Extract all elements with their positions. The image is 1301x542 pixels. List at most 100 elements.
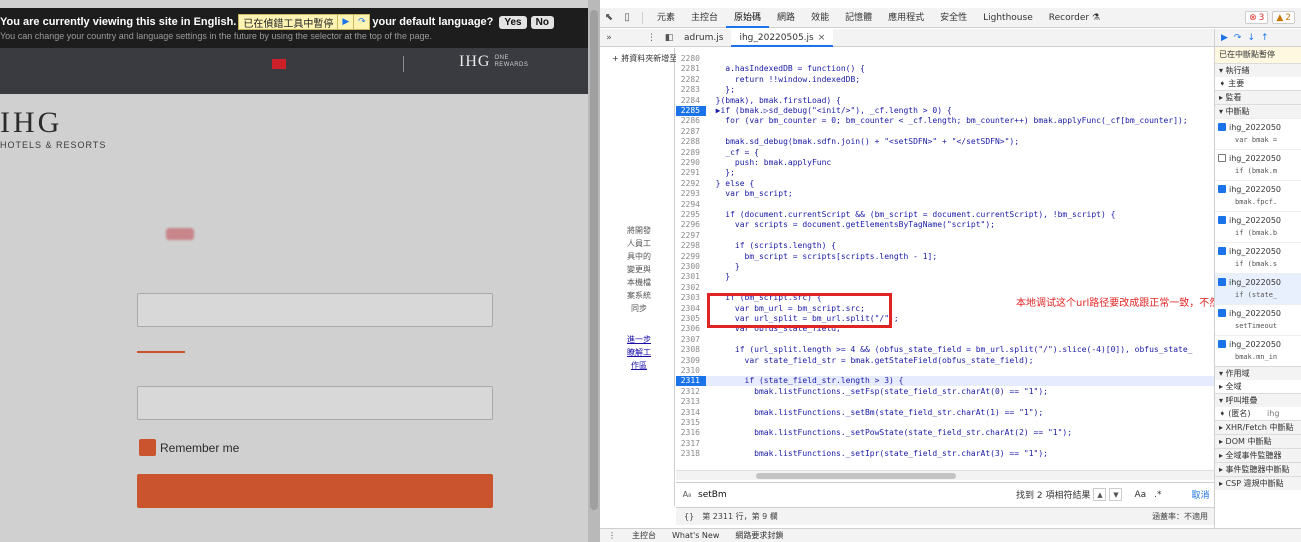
error-badge[interactable]: ⊗ 3 bbox=[1245, 11, 1269, 24]
code-line[interactable]: 2296 var scripts = document.getElementsB… bbox=[676, 220, 1214, 230]
code-line[interactable]: 2310 bbox=[676, 366, 1214, 376]
code-line[interactable]: 2284 }(bmak), bmak.firstLoad) { bbox=[676, 96, 1214, 106]
drawer-menu-icon[interactable]: ⋮ bbox=[600, 531, 624, 540]
devtools-tab[interactable]: 原始碼 bbox=[726, 8, 770, 28]
remember-me-checkbox[interactable] bbox=[139, 439, 156, 456]
global-listeners[interactable]: ▸ 全域事件監聽器 bbox=[1215, 448, 1301, 462]
threads-section[interactable]: ▾ 執行緒 bbox=[1215, 63, 1301, 77]
code-line[interactable]: 2283 }; bbox=[676, 85, 1214, 95]
breakpoint-checkbox[interactable] bbox=[1218, 247, 1226, 255]
inspect-element-icon[interactable]: ⬉ bbox=[600, 12, 618, 23]
line-number[interactable]: 2300 bbox=[676, 262, 706, 272]
breakpoint-checkbox[interactable] bbox=[1218, 216, 1226, 224]
code-line[interactable]: 2312 bmak.listFunctions._setFsp(state_fi… bbox=[676, 387, 1214, 397]
line-number[interactable]: 2291 bbox=[676, 168, 706, 178]
pretty-print-icon[interactable]: {} bbox=[676, 512, 702, 521]
drawer-tab-whats-new[interactable]: What's New bbox=[664, 531, 727, 540]
password-input[interactable] bbox=[137, 386, 493, 420]
code-editor[interactable]: 2280 2281 a.hasIndexedDB = function() { 22… bbox=[676, 48, 1214, 470]
devtools-tab[interactable]: 元素 bbox=[649, 8, 683, 28]
line-number[interactable]: 2299 bbox=[676, 252, 706, 262]
kebab-menu-icon[interactable]: ⋮ bbox=[618, 33, 662, 43]
code-line[interactable]: 2308 if (url_split.length >= 4 && (obfus… bbox=[676, 345, 1214, 355]
breakpoint-item[interactable]: ihg_2022050 if (state_ bbox=[1215, 273, 1301, 304]
line-number[interactable]: 2290 bbox=[676, 158, 706, 168]
sign-in-button[interactable] bbox=[137, 474, 493, 508]
replace-toggle-icon[interactable]: A₈ bbox=[676, 490, 698, 499]
toggle-navigator-icon[interactable]: ◧ bbox=[662, 33, 676, 43]
event-listener-breakpoints[interactable]: ▸ 事件監聽器中斷點 bbox=[1215, 462, 1301, 476]
line-number[interactable]: 2295 bbox=[676, 210, 706, 220]
line-number[interactable]: 2289 bbox=[676, 148, 706, 158]
breakpoint-checkbox[interactable] bbox=[1218, 185, 1226, 193]
breakpoint-checkbox[interactable] bbox=[1218, 154, 1226, 162]
find-cancel-button[interactable]: 取消 bbox=[1192, 488, 1210, 501]
breakpoint-checkbox[interactable] bbox=[1218, 123, 1226, 131]
code-line[interactable]: 2299 bm_script = scripts[scripts.length … bbox=[676, 252, 1214, 262]
line-number[interactable]: 2309 bbox=[676, 356, 706, 366]
line-number[interactable]: 2307 bbox=[676, 335, 706, 345]
breakpoint-checkbox[interactable] bbox=[1218, 309, 1226, 317]
drawer-tab-console[interactable]: 主控台 bbox=[624, 530, 664, 541]
line-number[interactable]: 2286 bbox=[676, 116, 706, 126]
code-line[interactable]: 2311 if (state_field_str.length > 3) { bbox=[676, 376, 1214, 387]
line-number[interactable]: 2285 bbox=[676, 106, 706, 116]
line-number[interactable]: 2301 bbox=[676, 272, 706, 282]
main-thread[interactable]: ➧ 主要 bbox=[1215, 77, 1301, 90]
line-number[interactable]: 2280 bbox=[676, 54, 706, 64]
devtools-tab[interactable]: 效能 bbox=[803, 8, 837, 28]
devtools-tab[interactable]: 應用程式 bbox=[880, 8, 932, 28]
code-line[interactable]: 2317 bbox=[676, 439, 1214, 449]
line-number[interactable]: 2318 bbox=[676, 449, 706, 459]
breakpoint-item[interactable]: ihg_2022050 bmak.mn_in bbox=[1215, 335, 1301, 366]
breakpoint-item[interactable]: ihg_2022050 if (bmak.s bbox=[1215, 242, 1301, 273]
regex-button[interactable]: .* bbox=[1154, 490, 1161, 500]
find-prev-icon[interactable]: ▲ bbox=[1093, 488, 1107, 501]
breakpoint-checkbox[interactable] bbox=[1218, 278, 1226, 286]
dom-breakpoints[interactable]: ▸ DOM 中斷點 bbox=[1215, 434, 1301, 448]
callstack-section[interactable]: ▾ 呼叫堆疊 bbox=[1215, 393, 1301, 407]
code-line[interactable]: 2286 for (var bm_counter = 0; bm_counter… bbox=[676, 116, 1214, 126]
step-over-icon[interactable]: ↷ bbox=[353, 15, 369, 29]
line-number[interactable]: 2311 bbox=[676, 376, 706, 387]
step-out-icon[interactable]: ↑ bbox=[1261, 33, 1269, 43]
code-line[interactable]: 2292 } else { bbox=[676, 179, 1214, 189]
line-number[interactable]: 2316 bbox=[676, 428, 706, 438]
ihg-main-logo[interactable]: IHG bbox=[0, 106, 62, 140]
step-into-icon[interactable]: ↓ bbox=[1247, 33, 1255, 43]
code-line[interactable]: 2294 bbox=[676, 200, 1214, 210]
code-line[interactable]: 2289 _cf = { bbox=[676, 148, 1214, 158]
remember-me[interactable]: Remember me bbox=[139, 439, 239, 456]
code-line[interactable]: 2280 bbox=[676, 54, 1214, 64]
devtools-tab[interactable]: Lighthouse bbox=[975, 8, 1041, 28]
code-line[interactable]: 2315 bbox=[676, 418, 1214, 428]
workspace-learn-more-link[interactable]: 進一步瞭解工作區 bbox=[624, 333, 654, 372]
code-line[interactable]: 2290 push: bmak.applyFunc bbox=[676, 158, 1214, 168]
breakpoint-item[interactable]: ihg_2022050 var bmak = bbox=[1215, 118, 1301, 149]
editor-scroll-thumb[interactable] bbox=[756, 473, 956, 479]
csp-breakpoints[interactable]: ▸ CSP 違規中斷點 bbox=[1215, 476, 1301, 490]
line-number[interactable]: 2313 bbox=[676, 397, 706, 407]
devtools-tab[interactable]: 網路 bbox=[769, 8, 803, 28]
xhr-breakpoints[interactable]: ▸ XHR/Fetch 中斷點 bbox=[1215, 420, 1301, 434]
devtools-tab[interactable]: Recorder ⚗ bbox=[1041, 8, 1108, 28]
step-over-next-icon[interactable]: ↷ bbox=[1234, 33, 1242, 43]
line-number[interactable]: 2297 bbox=[676, 231, 706, 241]
line-number[interactable]: 2308 bbox=[676, 345, 706, 355]
line-number[interactable]: 2310 bbox=[676, 366, 706, 376]
line-number[interactable]: 2284 bbox=[676, 96, 706, 106]
code-line[interactable]: 2302 bbox=[676, 283, 1214, 293]
code-line[interactable]: 2314 bmak.listFunctions._setBm(state_fie… bbox=[676, 408, 1214, 418]
breakpoint-item[interactable]: ihg_2022050 bmak.fpcf. bbox=[1215, 180, 1301, 211]
code-line[interactable]: 2281 a.hasIndexedDB = function() { bbox=[676, 64, 1214, 74]
breakpoint-checkbox[interactable] bbox=[1218, 340, 1226, 348]
line-number[interactable]: 2283 bbox=[676, 85, 706, 95]
find-next-icon[interactable]: ▼ bbox=[1109, 488, 1123, 501]
breakpoint-item[interactable]: ihg_2022050 if (bmak.b bbox=[1215, 211, 1301, 242]
line-number[interactable]: 2303 bbox=[676, 293, 706, 303]
code-line[interactable]: 2285 ▶if (bmak.▷sd_debug("<init/>"), _cf… bbox=[676, 106, 1214, 116]
global-scope[interactable]: ▸ 全域 bbox=[1215, 380, 1301, 393]
code-line[interactable]: 2291 }; bbox=[676, 168, 1214, 178]
find-input[interactable] bbox=[698, 486, 948, 503]
breakpoints-section[interactable]: ▾ 中斷點 bbox=[1215, 104, 1301, 118]
